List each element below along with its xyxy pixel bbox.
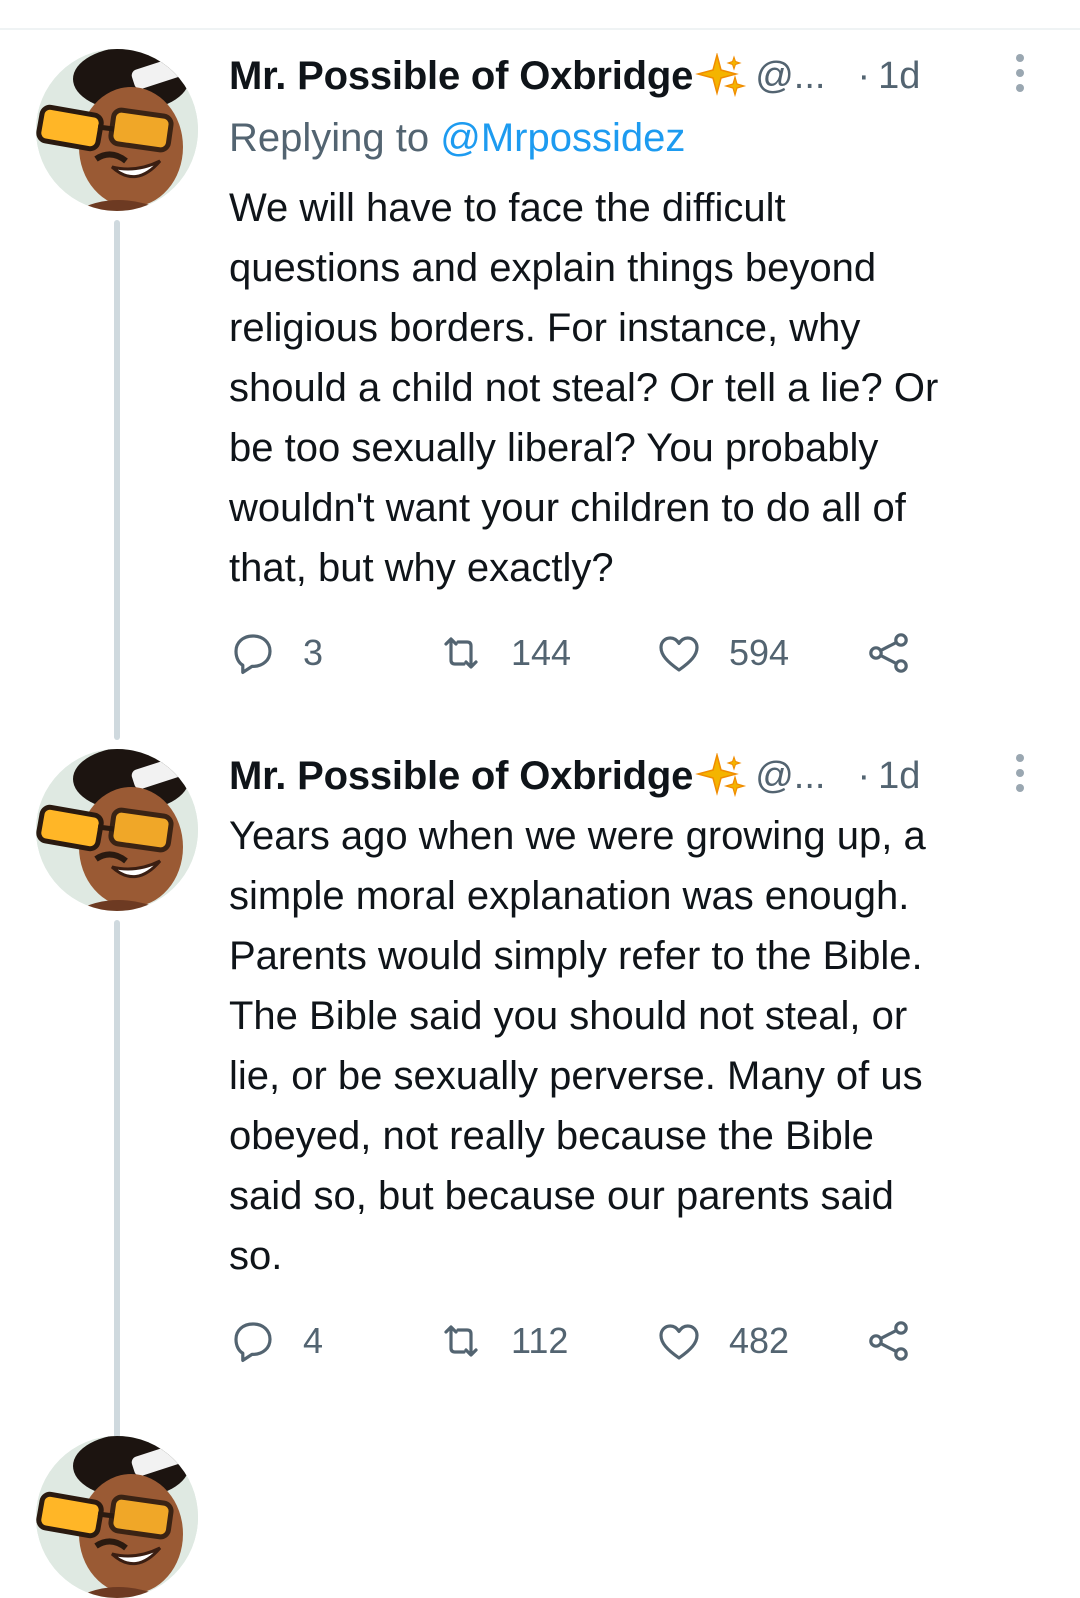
retweet-count: 144 <box>511 632 572 673</box>
author-handle[interactable]: @... <box>755 55 825 98</box>
tweet-header: Mr. Possible of Oxbridge @... · 1d <box>229 50 920 102</box>
reply-button[interactable]: 3 <box>229 628 323 678</box>
more-options-icon[interactable] <box>1012 754 1028 796</box>
retweet-icon <box>437 629 485 677</box>
text-line: lie, or be sexually perverse. Many of us <box>229 1054 923 1098</box>
text-line: We will have to face the difficult <box>229 186 786 230</box>
text-line: said so, but because our parents said <box>229 1174 894 1218</box>
reply-icon <box>229 1317 277 1365</box>
retweet-button[interactable]: 144 <box>437 628 571 678</box>
tweet-header: Mr. Possible of Oxbridge @... · 1d <box>229 750 920 802</box>
text-line: religious borders. For instance, why <box>229 306 861 350</box>
text-line: Parents would simply refer to the Bible. <box>229 934 923 978</box>
timestamp[interactable]: 1d <box>878 55 920 98</box>
next-tweet-avatar[interactable] <box>36 1436 198 1598</box>
avatar[interactable] <box>36 749 198 911</box>
tweet-actions: 3 144 594 <box>229 628 989 678</box>
author-name[interactable]: Mr. Possible of Oxbridge <box>229 54 693 99</box>
like-button[interactable]: 482 <box>655 1316 789 1366</box>
sparkle-icon <box>695 753 747 799</box>
sparkle-icon <box>695 53 747 99</box>
tweet-text: We will have to face the difficult quest… <box>229 178 1049 598</box>
replying-prefix: Replying to <box>229 116 441 160</box>
reply-button[interactable]: 4 <box>229 1316 323 1366</box>
author-handle[interactable]: @... <box>755 755 825 798</box>
separator-dot: · <box>857 54 871 97</box>
heart-icon <box>655 629 703 677</box>
text-line: should a child not steal? Or tell a lie?… <box>229 366 939 410</box>
text-line: simple moral explanation was enough. <box>229 874 910 918</box>
text-line: questions and explain things beyond <box>229 246 877 290</box>
share-icon <box>865 1317 913 1365</box>
like-count: 482 <box>729 1320 790 1361</box>
mention-link[interactable]: @Mrpossidez <box>440 116 685 160</box>
top-divider <box>0 28 1080 30</box>
replying-to: Replying to @Mrpossidez <box>229 116 685 161</box>
text-line: obeyed, not really because the Bible <box>229 1114 874 1158</box>
separator-dot: · <box>857 754 871 797</box>
text-line: Years ago when we were growing up, a <box>229 814 926 858</box>
retweet-count: 112 <box>511 1320 569 1361</box>
author-name[interactable]: Mr. Possible of Oxbridge <box>229 754 693 799</box>
more-options-icon[interactable] <box>1012 54 1028 96</box>
thread-line <box>114 920 120 1440</box>
retweet-button[interactable]: 112 <box>437 1316 568 1366</box>
reply-count: 3 <box>303 632 324 673</box>
text-line: that, but why exactly? <box>229 546 614 590</box>
text-line: so. <box>229 1234 283 1278</box>
share-icon <box>865 629 913 677</box>
like-count: 594 <box>729 632 790 673</box>
timestamp[interactable]: 1d <box>878 755 920 798</box>
retweet-icon <box>437 1317 485 1365</box>
share-button[interactable] <box>865 628 913 678</box>
share-button[interactable] <box>865 1316 913 1366</box>
tweet-actions: 4 112 482 <box>229 1316 989 1366</box>
reply-icon <box>229 629 277 677</box>
text-line: be too sexually liberal? You probably <box>229 426 879 470</box>
text-line: wouldn't want your children to do all of <box>229 486 906 530</box>
avatar[interactable] <box>36 49 198 211</box>
text-line: The Bible said you should not steal, or <box>229 994 908 1038</box>
thread-line <box>114 220 120 740</box>
heart-icon <box>655 1317 703 1365</box>
tweet-text: Years ago when we were growing up, a sim… <box>229 806 1049 1286</box>
like-button[interactable]: 594 <box>655 628 789 678</box>
reply-count: 4 <box>303 1320 324 1361</box>
